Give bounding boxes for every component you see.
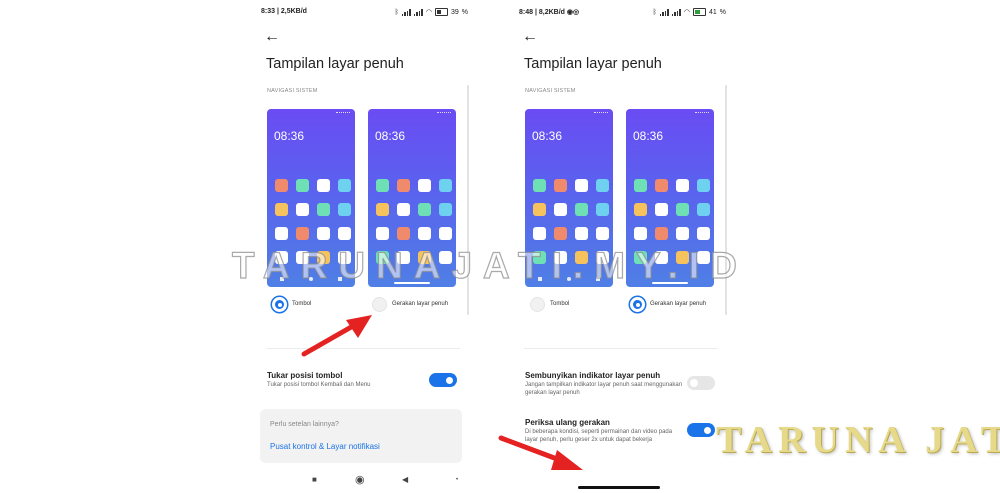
red-arrow-right bbox=[498, 435, 583, 470]
more-settings-card: Perlu setelan lainnya? Pusat kontrol & L… bbox=[260, 409, 462, 463]
gesture-home-indicator[interactable] bbox=[578, 486, 660, 489]
toggle-swap-buttons[interactable] bbox=[429, 373, 457, 387]
preview-status-icons bbox=[594, 112, 608, 116]
control-center-link[interactable]: Pusat kontrol & Layar notifikasi bbox=[270, 442, 380, 451]
signal-icon bbox=[401, 8, 411, 16]
radio-label-gerakan: Gerakan layar penuh bbox=[392, 301, 449, 307]
preview-status-icons bbox=[336, 112, 350, 116]
status-speed: 2,5KB/d bbox=[280, 8, 307, 15]
dot-nav-icon[interactable]: • bbox=[456, 474, 458, 486]
signal-icon bbox=[671, 8, 681, 16]
radio-tombol[interactable] bbox=[530, 297, 545, 312]
circle-nav-icon[interactable]: ◉ bbox=[355, 474, 365, 486]
signal-icon bbox=[413, 8, 423, 16]
signal-icon bbox=[659, 8, 669, 16]
back-arrow-icon[interactable]: ← bbox=[264, 28, 284, 46]
preview-clock: 08:36 bbox=[633, 129, 664, 143]
brand-logo: TARUNA JATI bbox=[716, 419, 1000, 461]
radio-label-gerakan: Gerakan layar penuh bbox=[650, 301, 707, 307]
page-title: Tampilan layar penuh bbox=[524, 56, 662, 72]
preview-status-icons bbox=[695, 112, 709, 116]
setting-subtitle-hide-indicator: Jangan tampilkan indikator layar penuh s… bbox=[525, 382, 683, 396]
triangle-back-nav-icon[interactable]: ◀ bbox=[402, 474, 408, 486]
preview-status-icons bbox=[437, 112, 451, 116]
section-label: NAVIGASI SISTEM bbox=[267, 88, 318, 94]
setting-subtitle-swap-buttons: Tukar posisi tombol Kembali dan Menu bbox=[267, 382, 371, 388]
system-nav-bar: ■ ◉ ◀ • bbox=[252, 474, 474, 486]
status-time: 8:48 bbox=[519, 9, 534, 16]
notification-icons: ◉◎ bbox=[566, 9, 580, 16]
toggle-recheck-gesture[interactable] bbox=[687, 423, 715, 437]
status-speed: 8,2KB/d bbox=[538, 9, 565, 16]
bluetooth-icon: ᛒ bbox=[394, 8, 399, 16]
battery-percent: 39 bbox=[450, 8, 459, 16]
toggle-hide-indicator[interactable] bbox=[687, 376, 715, 390]
status-bar: 8:33 | 2,5KB/d ᛒ ◠ 39% bbox=[261, 8, 468, 16]
section-label: NAVIGASI SISTEM bbox=[525, 88, 576, 94]
preview-clock: 08:36 bbox=[375, 129, 406, 143]
card-title: Perlu setelan lainnya? bbox=[270, 421, 339, 428]
battery-icon bbox=[692, 8, 706, 16]
battery-icon bbox=[434, 8, 448, 16]
preview-clock: 08:36 bbox=[274, 129, 305, 143]
page-title: Tampilan layar penuh bbox=[266, 56, 404, 72]
wifi-icon: ◠ bbox=[425, 9, 432, 16]
divider bbox=[524, 348, 718, 349]
setting-title-hide-indicator: Sembunyikan indikator layar penuh bbox=[525, 371, 661, 380]
radio-gerakan[interactable] bbox=[630, 297, 645, 312]
status-bar: 8:48 | 8,2KB/d ◉◎ ᛒ ◠ 41% bbox=[519, 8, 726, 16]
battery-percent: 41 bbox=[708, 8, 717, 16]
radio-label-tombol: Tombol bbox=[550, 301, 570, 307]
bluetooth-icon: ᛒ bbox=[652, 8, 657, 16]
square-nav-icon[interactable]: ■ bbox=[312, 474, 317, 486]
status-time: 8:33 bbox=[261, 8, 276, 15]
red-arrow-left bbox=[301, 315, 372, 357]
radio-label-tombol: Tombol bbox=[292, 301, 312, 307]
preview-clock: 08:36 bbox=[532, 129, 563, 143]
watermark-text: TARUNAJATI.MY.ID bbox=[231, 244, 748, 286]
radio-tombol[interactable] bbox=[272, 297, 287, 312]
wifi-icon: ◠ bbox=[683, 9, 690, 16]
setting-title-swap-buttons: Tukar posisi tombol bbox=[267, 371, 343, 380]
back-arrow-icon[interactable]: ← bbox=[522, 28, 542, 46]
setting-title-recheck-gesture: Periksa ulang gerakan bbox=[525, 418, 610, 427]
